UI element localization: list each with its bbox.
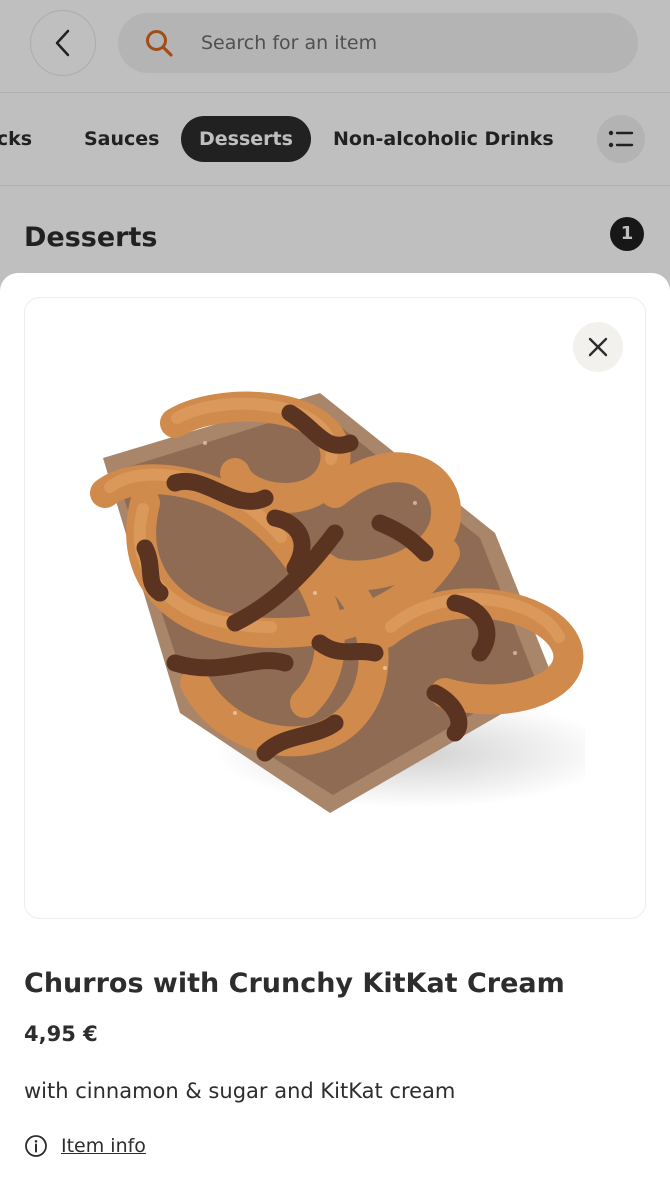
product-price: 4,95 € xyxy=(24,1022,98,1046)
product-description: with cinnamon & sugar and KitKat cream xyxy=(24,1079,456,1103)
product-detail-sheet: Churros with Crunchy KitKat Cream 4,95 €… xyxy=(0,273,670,1200)
product-title: Churros with Crunchy KitKat Cream xyxy=(24,968,565,999)
item-info-link[interactable]: Item info xyxy=(24,1134,146,1158)
churros-image xyxy=(90,391,585,813)
close-icon xyxy=(588,337,608,357)
product-image-card xyxy=(24,297,646,919)
close-button[interactable] xyxy=(573,322,623,372)
info-icon xyxy=(25,1135,47,1157)
item-info-label[interactable]: Item info xyxy=(61,1135,146,1157)
